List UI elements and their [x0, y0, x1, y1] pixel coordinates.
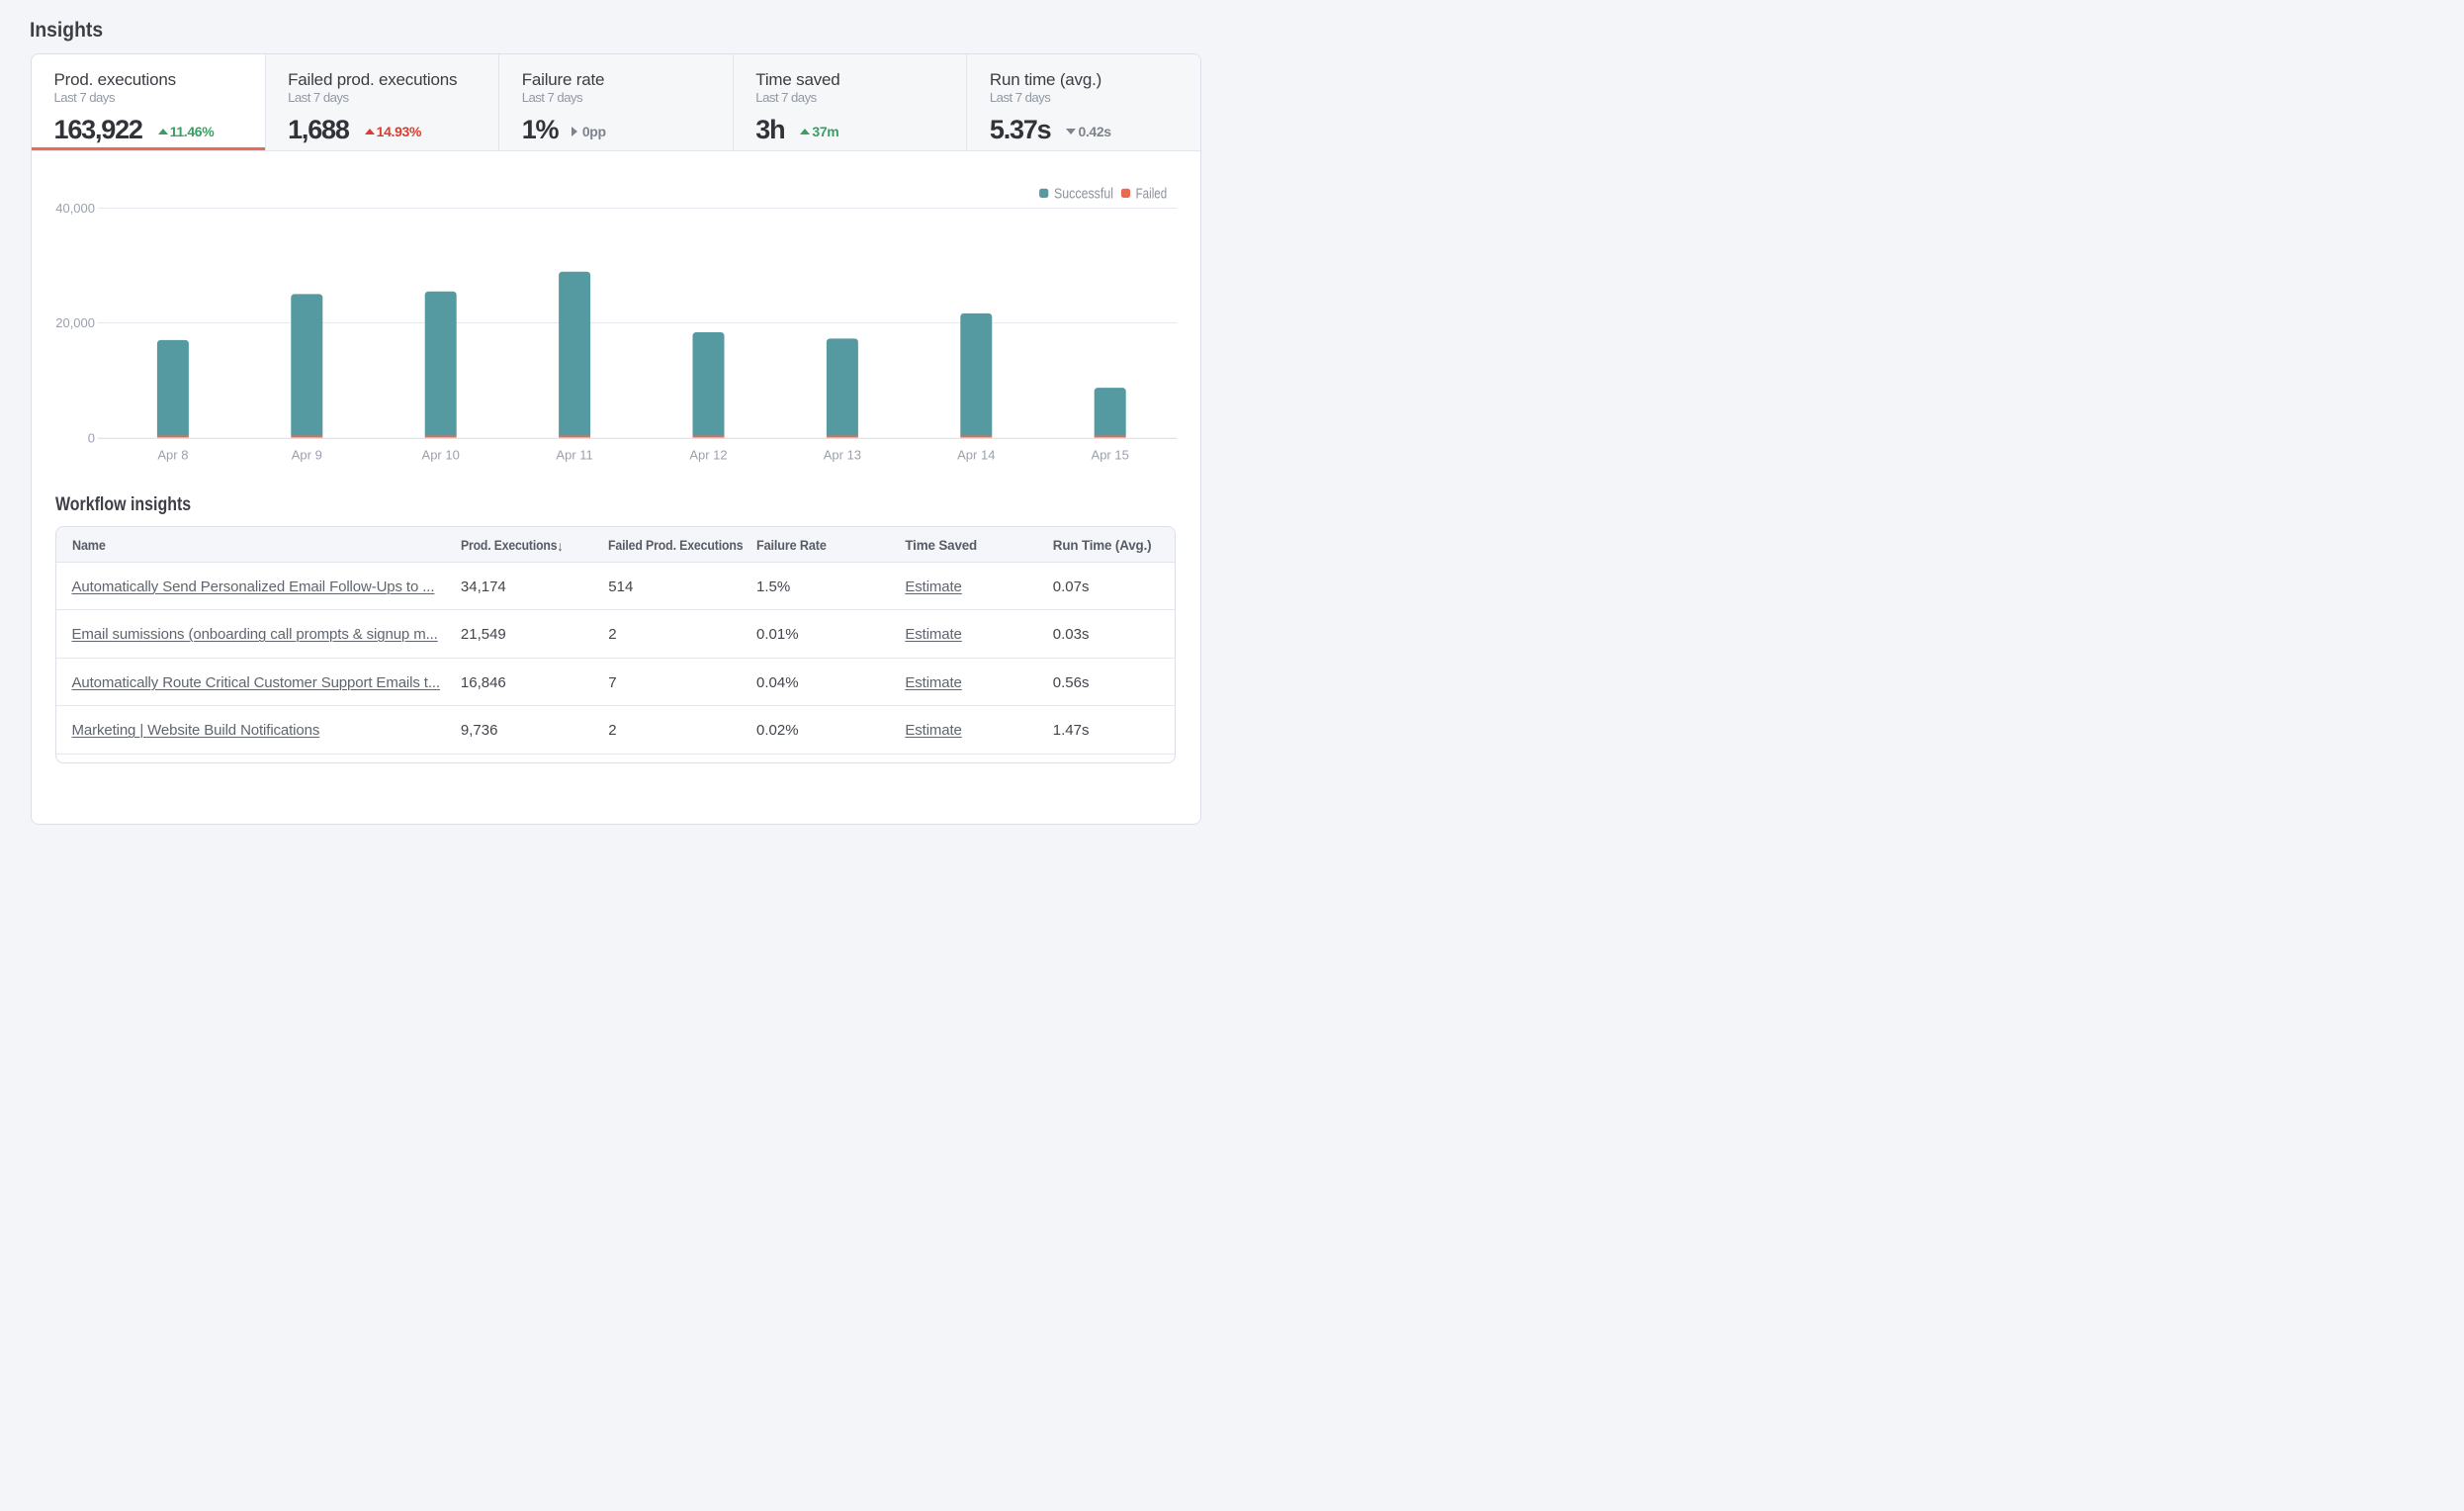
svg-text:Apr 15: Apr 15	[1092, 448, 1129, 463]
svg-text:Failed: Failed	[1136, 187, 1168, 203]
svg-text:Apr 10: Apr 10	[422, 448, 460, 463]
svg-text:Apr 9: Apr 9	[292, 448, 322, 463]
svg-text:Apr 14: Apr 14	[957, 448, 995, 463]
svg-text:Apr 12: Apr 12	[689, 448, 727, 463]
svg-text:Successful: Successful	[1054, 187, 1113, 203]
svg-text:Apr 8: Apr 8	[157, 448, 188, 463]
svg-text:0: 0	[88, 431, 95, 446]
svg-text:20,000: 20,000	[55, 315, 95, 330]
svg-text:Apr 13: Apr 13	[824, 448, 861, 463]
svg-text:Apr 11: Apr 11	[556, 448, 592, 463]
svg-text:40,000: 40,000	[55, 201, 95, 216]
